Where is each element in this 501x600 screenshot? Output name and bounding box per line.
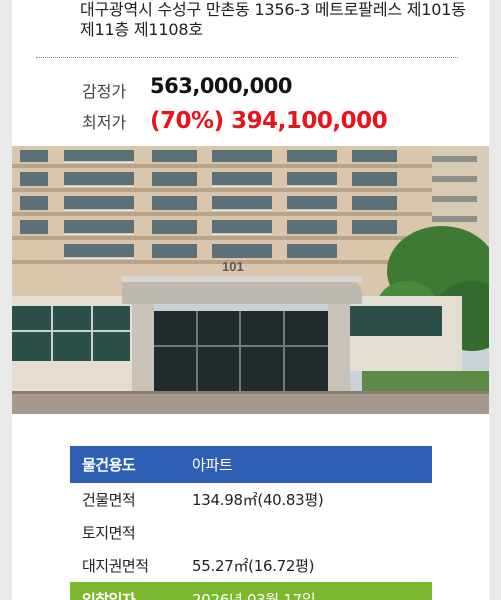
property-details: 물건용도 아파트 건물면적 134.98㎡(40.83평) 토지면적 대지권면적… [70, 446, 432, 600]
property-address: 대구광역시 수성구 만촌동 1356-3 메트로팔레스 제101동 제11층 제… [80, 0, 466, 39]
appraisal-price-label: 감정가 [82, 82, 127, 101]
minimum-price-value: (70%) 394,100,000 [150, 108, 388, 134]
land-right-area-label: 대지권면적 [82, 557, 149, 575]
appraisal-price-value: 563,000,000 [150, 74, 292, 98]
usage-label: 물건용도 [82, 456, 136, 474]
auction-date-label: 입찰일자 [82, 590, 136, 600]
dotted-divider [36, 57, 458, 58]
auction-date-value: 2026년 03월 17일 [192, 590, 316, 600]
auction-date-row: 입찰일자 2026년 03월 17일 [70, 582, 432, 600]
land-area-label: 토지면적 [82, 524, 136, 542]
building-sign-number: 101 [222, 259, 244, 274]
usage-value: 아파트 [192, 456, 233, 474]
land-area-row: 토지면적 [70, 516, 432, 549]
minimum-price-label: 최저가 [82, 113, 127, 132]
usage-row: 물건용도 아파트 [70, 446, 432, 483]
building-area-label: 건물면적 [82, 491, 136, 509]
property-photo[interactable]: 101 [12, 146, 489, 414]
building-area-row: 건물면적 134.98㎡(40.83평) [70, 483, 432, 516]
property-card: 대구광역시 수성구 만촌동 1356-3 메트로팔레스 제101동 제11층 제… [12, 0, 489, 600]
building-area-value: 134.98㎡(40.83평) [192, 491, 324, 509]
land-right-area-row: 대지권면적 55.27㎡(16.72평) [70, 549, 432, 582]
apartment-building-image: 101 [12, 146, 489, 414]
land-right-area-value: 55.27㎡(16.72평) [192, 557, 315, 575]
